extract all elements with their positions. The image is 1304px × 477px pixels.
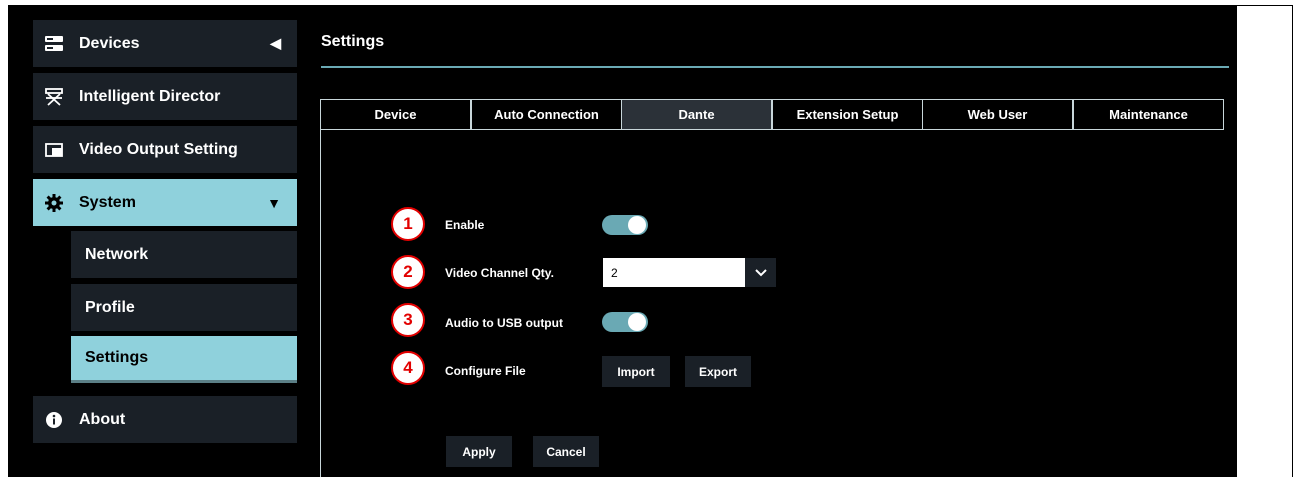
import-button[interactable]: Import [602, 356, 670, 387]
tab-web-user[interactable]: Web User [922, 99, 1073, 129]
page-title: Settings [321, 33, 385, 50]
sidebar-item-label: About [79, 410, 126, 428]
sidebar-subitem-profile[interactable]: Profile [71, 284, 297, 331]
apply-button[interactable]: Apply [446, 436, 512, 467]
video-channel-label: Video Channel Qty. [445, 266, 554, 280]
cancel-button[interactable]: Cancel [533, 436, 599, 467]
gear-icon [45, 193, 63, 212]
sidebar-item-system[interactable]: System ▼ [33, 179, 297, 226]
sidebar-subitem-settings[interactable]: Settings [71, 336, 297, 383]
callout-badge-3: 3 [391, 303, 425, 337]
toggle-knob [628, 216, 646, 234]
title-divider [321, 66, 1229, 68]
toggle-knob [628, 313, 646, 331]
enable-toggle[interactable] [602, 215, 648, 235]
info-icon [45, 411, 63, 429]
audio-usb-label: Audio to USB output [445, 316, 563, 330]
director-chair-icon [45, 87, 63, 106]
sidebar-item-devices[interactable]: Devices ◀ [33, 20, 297, 67]
sidebar-item-label: System [79, 193, 136, 211]
devices-icon [45, 35, 63, 53]
tab-dante[interactable]: Dante [621, 99, 772, 129]
sidebar-item-label: Intelligent Director [79, 87, 221, 105]
collapse-arrow-icon[interactable]: ◀ [270, 35, 281, 52]
tab-content-panel [320, 129, 1224, 477]
sidebar-item-label: Devices [79, 34, 140, 52]
configure-file-label: Configure File [445, 364, 526, 378]
callout-badge-1: 1 [391, 207, 425, 241]
tab-auto-connection[interactable]: Auto Connection [471, 99, 622, 129]
video-output-icon [45, 141, 63, 159]
audio-usb-toggle[interactable] [602, 312, 648, 332]
enable-label: Enable [445, 218, 485, 232]
sidebar-item-about[interactable]: About [33, 396, 297, 443]
video-channel-select[interactable]: 2 [603, 258, 745, 287]
export-button[interactable]: Export [685, 356, 751, 387]
chevron-down-icon[interactable] [745, 258, 776, 287]
expand-arrow-icon[interactable]: ▼ [267, 195, 281, 211]
callout-badge-2: 2 [391, 255, 425, 289]
sidebar-subitem-network[interactable]: Network [71, 231, 297, 278]
callout-badge-4: 4 [391, 351, 425, 385]
tab-maintenance[interactable]: Maintenance [1073, 99, 1224, 129]
sidebar-item-video-output-setting[interactable]: Video Output Setting [33, 126, 297, 173]
tab-extension-setup[interactable]: Extension Setup [772, 99, 923, 129]
tab-device[interactable]: Device [320, 99, 471, 129]
sidebar-item-label: Video Output Setting [79, 140, 238, 158]
sidebar-item-intelligent-director[interactable]: Intelligent Director [33, 73, 297, 120]
